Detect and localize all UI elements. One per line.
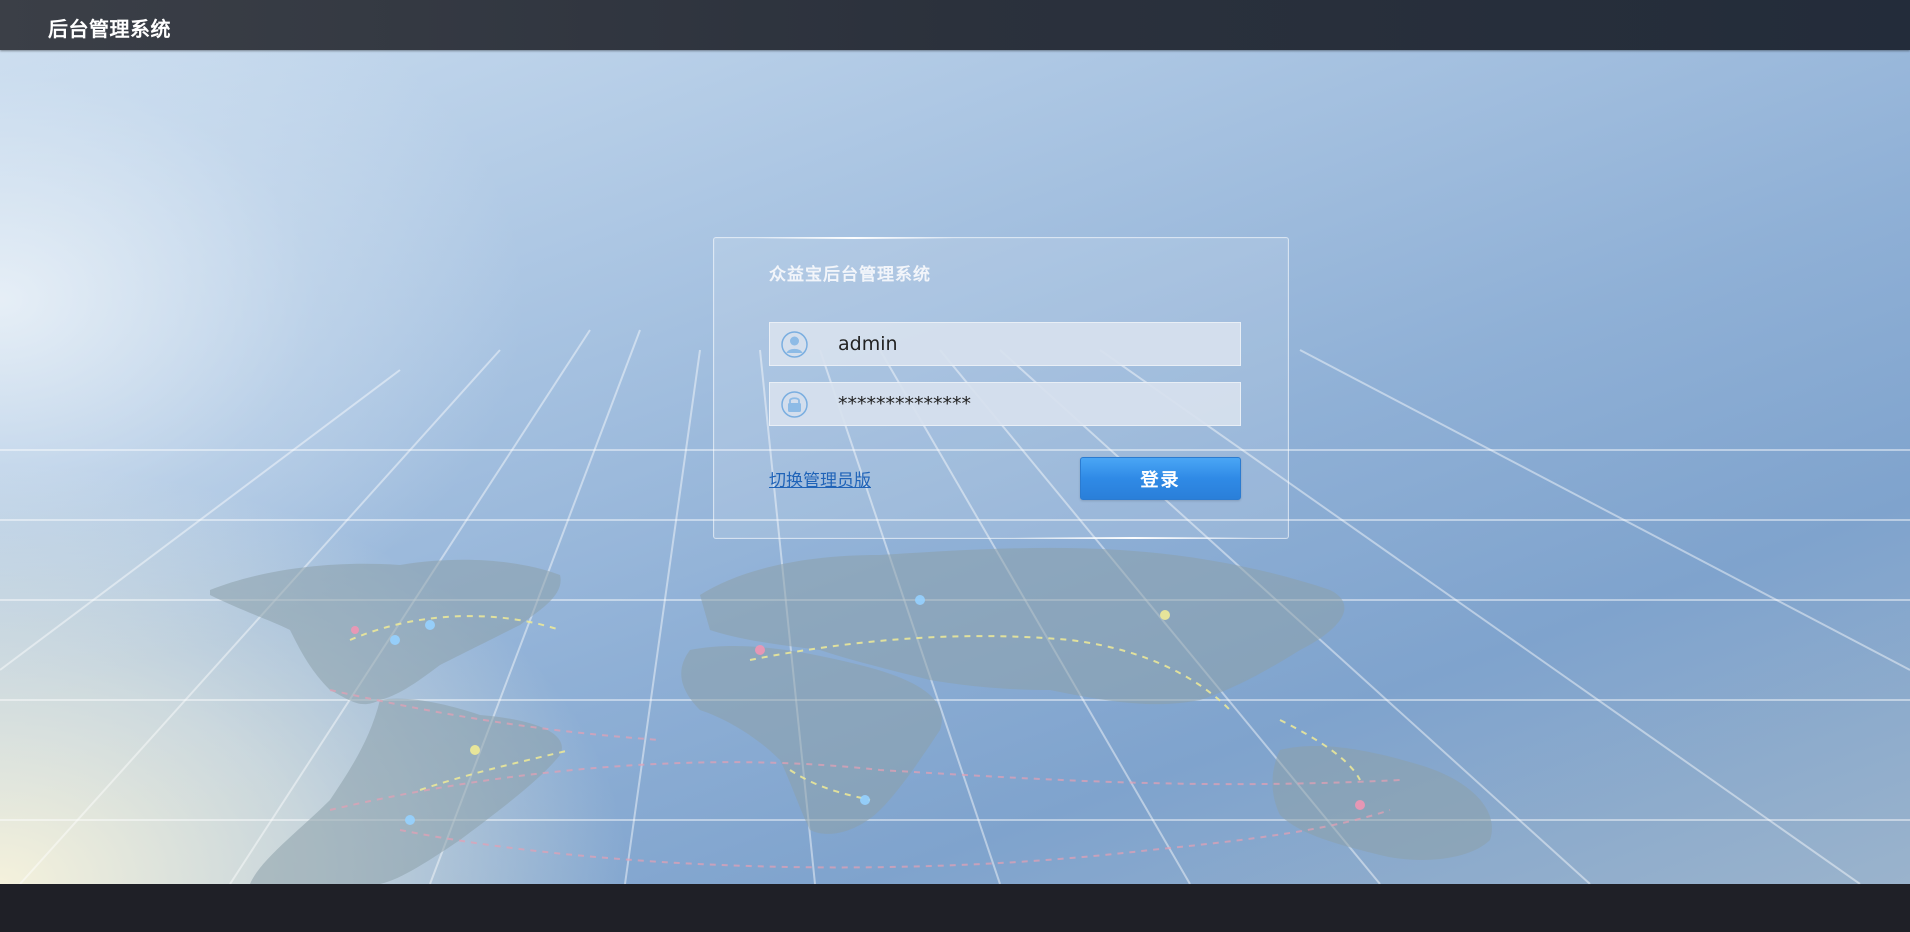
card-glow-bottom [1014,537,1254,539]
bottom-footer-bar [0,884,1910,932]
login-card: 众益宝后台管理系统 切换管理员版 登录 [713,237,1289,539]
app-title: 后台管理系统 [48,17,171,41]
login-button[interactable]: 登录 [1080,457,1241,500]
switch-admin-link[interactable]: 切换管理员版 [769,466,871,491]
username-input[interactable] [838,323,1228,365]
username-field[interactable] [769,322,1241,366]
top-header-bar: 后台管理系统 [0,0,1910,50]
login-title: 众益宝后台管理系统 [769,265,931,285]
card-glow-top [754,237,954,239]
password-input[interactable] [838,383,1228,425]
login-page: 后台管理系统 众益宝后台管理系统 admin ************** 切换… [0,0,1910,932]
user-icon [781,331,808,358]
password-field[interactable] [769,382,1241,426]
lock-icon [781,391,808,418]
